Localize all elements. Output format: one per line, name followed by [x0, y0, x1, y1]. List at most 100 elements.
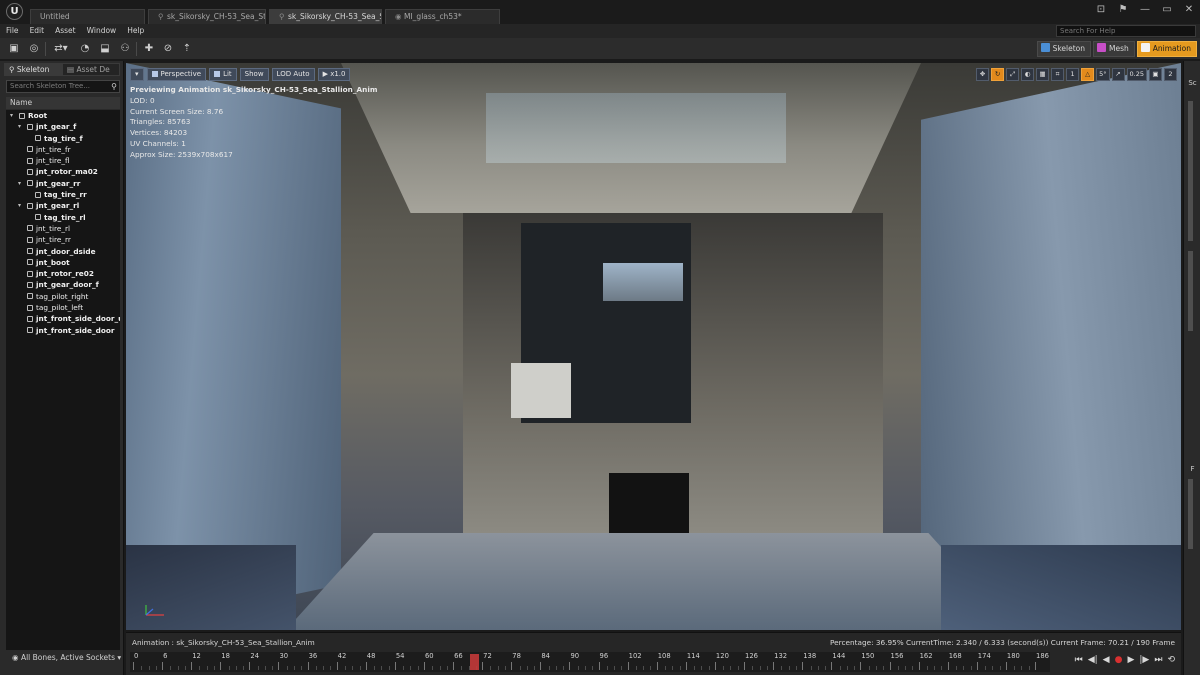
scale-snap-value[interactable]: 0.25 — [1126, 68, 1147, 81]
playhead-marker[interactable] — [470, 654, 480, 670]
bone-row[interactable]: jnt_tire_rl — [6, 223, 120, 234]
bone-row[interactable]: tag_tire_f — [6, 133, 120, 144]
rotate-icon[interactable]: ↻ — [991, 68, 1005, 81]
rotation-snap-value[interactable]: 5° — [1096, 68, 1110, 81]
menu-file[interactable]: File — [6, 24, 19, 38]
timeline-minor-tick — [883, 666, 885, 670]
bone-row[interactable]: jnt_front_side_door — [6, 325, 120, 336]
rotation-snap-icon[interactable]: △ — [1081, 68, 1095, 81]
mode-skeleton-button[interactable]: Skeleton — [1036, 41, 1091, 57]
camera-speed-icon[interactable]: ▣ — [1149, 68, 1162, 81]
preview-mesh-icon[interactable]: ◔ — [77, 41, 93, 57]
bone-row[interactable]: jnt_boot — [6, 257, 120, 268]
menu-help[interactable]: Help — [127, 24, 144, 38]
timeline-minor-tick — [235, 666, 237, 670]
tab-untitled[interactable]: Untitled — [30, 9, 145, 24]
unreal-logo-icon[interactable]: U — [6, 3, 23, 20]
step-back-icon[interactable]: ◀| — [1088, 655, 1098, 665]
skeleton-icon — [1040, 43, 1050, 52]
bone-row[interactable]: jnt_gear_door_f — [6, 279, 120, 290]
make-static-mesh-icon[interactable]: ⬓ — [97, 41, 113, 57]
record-icon[interactable]: ⚇ — [117, 41, 133, 57]
bone-row[interactable]: ▾ jnt_gear_rl — [6, 200, 120, 211]
notification-icon[interactable]: ⚑ — [1116, 4, 1130, 15]
lit-icon — [214, 70, 221, 77]
source-control-icon[interactable]: ⊡ — [1094, 4, 1108, 15]
dock-scrollbar[interactable] — [1188, 479, 1193, 549]
menu-edit[interactable]: Edit — [30, 24, 45, 38]
export-icon[interactable]: ⇡ — [179, 41, 195, 57]
coordinate-space-icon[interactable]: ◐ — [1021, 68, 1035, 81]
playback-speed-button[interactable]: ▶ x1.0 — [317, 68, 351, 81]
help-search-input[interactable]: Search For Help — [1056, 25, 1196, 37]
tab-skeleton[interactable]: ⚲ Skeleton — [4, 63, 62, 76]
bone-row[interactable]: jnt_tire_fl — [6, 155, 120, 166]
tab-skeletal-mesh-2[interactable]: ⚲ sk_Sikorsky_CH-53_Sea_St — [269, 9, 382, 24]
bone-row[interactable]: tag_pilot_left — [6, 302, 120, 313]
dock-scrollbar[interactable] — [1188, 251, 1193, 331]
viewport-options-button[interactable]: ▾ — [130, 68, 144, 81]
save-icon[interactable]: ▣ — [6, 41, 22, 57]
apply-compression-icon[interactable]: ⊘ — [160, 41, 176, 57]
bone-row[interactable]: jnt_rotor_ma02 — [6, 166, 120, 177]
scale-icon[interactable]: ⤢ — [1006, 68, 1020, 81]
bone-row[interactable]: ▾ Root — [6, 110, 120, 121]
preview-viewport[interactable]: ▾ Perspective Lit Show LOD Auto ▶ x1.0 ✥… — [126, 63, 1181, 630]
translate-icon[interactable]: ✥ — [976, 68, 990, 81]
lit-button[interactable]: Lit — [209, 68, 237, 81]
perspective-button[interactable]: Perspective — [146, 68, 207, 81]
menu-window[interactable]: Window — [87, 24, 117, 38]
skip-to-end-icon[interactable]: ⏭ — [1154, 655, 1162, 665]
maximize-button[interactable]: ▭ — [1160, 4, 1174, 15]
dock-scrollbar[interactable] — [1188, 101, 1193, 241]
bone-row[interactable]: jnt_door_dside — [6, 246, 120, 257]
bone-row[interactable]: tag_pilot_right — [6, 291, 120, 302]
tab-skeletal-mesh-1[interactable]: ⚲ sk_Sikorsky_CH-53_Sea_St — [148, 9, 266, 24]
record-icon[interactable]: ● — [1115, 655, 1123, 665]
timeline-tick-label: 108 — [656, 652, 671, 670]
minimize-button[interactable]: — — [1138, 4, 1152, 15]
grid-size-value[interactable]: 1 — [1066, 68, 1080, 81]
loop-icon[interactable]: ⟲ — [1167, 655, 1175, 665]
expand-arrow-icon[interactable]: ▾ — [18, 200, 25, 211]
play-reverse-icon[interactable]: ◀ — [1103, 655, 1110, 665]
bone-filter-dropdown[interactable]: ◉ All Bones, Active Sockets ▾ — [12, 653, 121, 662]
timeline-minor-tick — [388, 666, 390, 670]
menu-asset[interactable]: Asset — [55, 24, 76, 38]
add-icon[interactable]: ✚ — [141, 41, 157, 57]
timeline-scrubber[interactable]: 0 6 12 18 24 30 36 42 48 54 60 66 72 78 84 90 96 102 108 11… — [130, 652, 1050, 672]
bone-row[interactable]: jnt_tire_rr — [6, 234, 120, 245]
camera-speed-value[interactable]: 2 — [1164, 68, 1177, 81]
timeline-tick-label: 174 — [976, 652, 991, 670]
expand-arrow-icon[interactable]: ▾ — [18, 178, 25, 189]
bone-row[interactable]: tag_tire_rr — [6, 189, 120, 200]
bone-row[interactable]: jnt_tire_fr — [6, 144, 120, 155]
show-button[interactable]: Show — [239, 68, 269, 81]
lod-button[interactable]: LOD Auto — [271, 68, 315, 81]
scene-tab[interactable]: Sc — [1186, 79, 1199, 87]
reimport-icon[interactable]: ⇄▾ — [50, 41, 72, 57]
expand-arrow-icon[interactable]: ▾ — [10, 110, 17, 121]
bone-row[interactable]: tag_tire_rl — [6, 212, 120, 223]
mode-mesh-button[interactable]: Mesh — [1093, 41, 1135, 57]
bone-icon — [27, 202, 33, 209]
tab-material-glass[interactable]: ◉ MI_glass_ch53* — [385, 9, 500, 24]
close-button[interactable]: ✕ — [1182, 4, 1196, 15]
bone-row[interactable]: ▾ jnt_gear_f — [6, 121, 120, 132]
bone-row[interactable]: jnt_front_side_door_upp — [6, 313, 120, 324]
step-forward-icon[interactable]: |▶ — [1139, 655, 1149, 665]
timeline-tick-label: 60 — [423, 652, 434, 670]
play-icon[interactable]: ▶ — [1127, 655, 1134, 665]
mode-animation-button[interactable]: Animation — [1136, 41, 1197, 57]
bone-row[interactable]: ▾ jnt_gear_rr — [6, 178, 120, 189]
details-tab[interactable]: F — [1186, 465, 1199, 473]
scale-snap-icon[interactable]: ↗ — [1111, 68, 1125, 81]
skeleton-search-input[interactable]: Search Skeleton Tree... ⚲ — [6, 80, 120, 93]
bone-row[interactable]: jnt_rotor_re02 — [6, 268, 120, 279]
grid-snap-icon[interactable]: ⌗ — [1051, 68, 1065, 81]
skip-to-start-icon[interactable]: ⏮ — [1075, 655, 1083, 665]
find-in-browser-icon[interactable]: ◎ — [26, 41, 42, 57]
surface-snap-icon[interactable]: ▦ — [1036, 68, 1050, 81]
tab-asset-details[interactable]: ▤ Asset De — [62, 63, 120, 76]
expand-arrow-icon[interactable]: ▾ — [18, 121, 25, 132]
